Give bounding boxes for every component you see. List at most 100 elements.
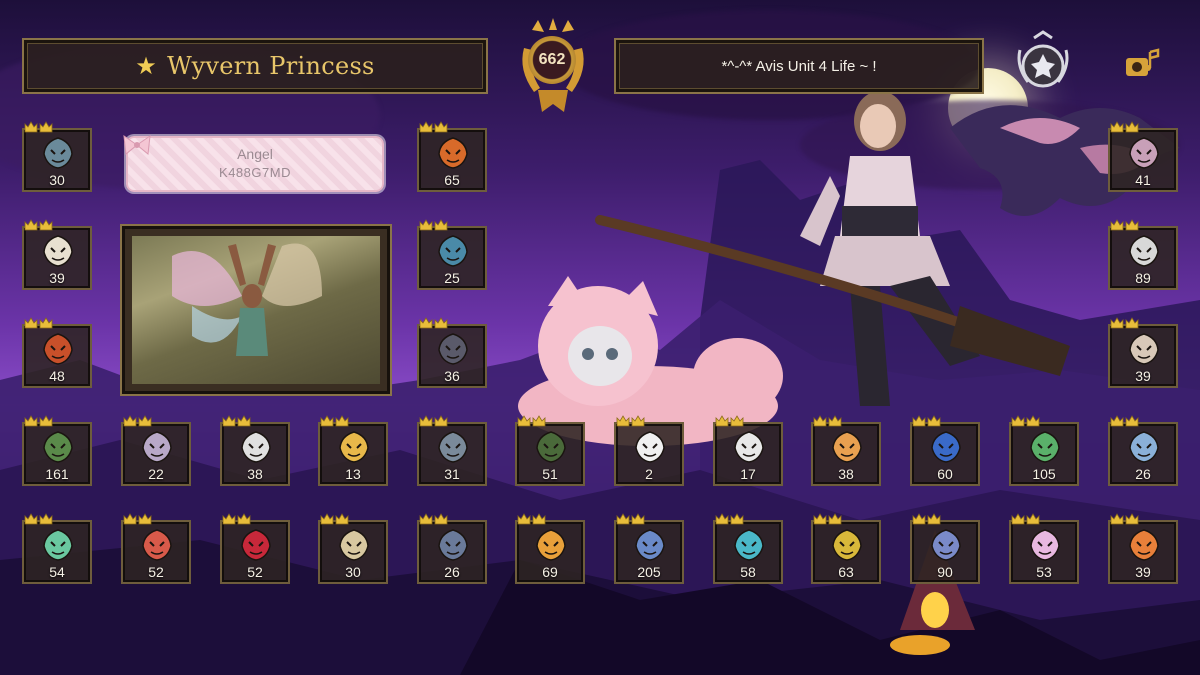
crown-badges xyxy=(320,414,349,427)
monster-medal-tile[interactable]: 90 xyxy=(910,513,980,584)
hunt-count: 60 xyxy=(937,466,953,482)
monster-medal-tile[interactable]: 31 xyxy=(417,415,487,486)
crown-icon xyxy=(434,512,448,525)
hunt-count: 36 xyxy=(444,368,460,384)
monster-medal-tile[interactable]: 41 xyxy=(1108,120,1178,192)
monster-medal-tile[interactable]: 36 xyxy=(417,317,487,388)
wolf-wyvern-icon xyxy=(239,430,273,464)
monster-medal-tile[interactable]: 26 xyxy=(417,512,487,584)
hunt-count: 39 xyxy=(1135,368,1151,384)
profile-card[interactable]: Angel K488G7MD xyxy=(123,134,384,192)
monster-medal-tile[interactable]: 39 xyxy=(1108,512,1178,584)
monster-medal-tile[interactable]: 52 xyxy=(220,512,290,584)
crown-badges xyxy=(24,218,53,231)
hunt-count: 26 xyxy=(1135,466,1151,482)
music-box-icon[interactable] xyxy=(1124,48,1160,80)
monster-medal-tile[interactable]: 53 xyxy=(1009,513,1079,584)
teal-serpent-icon xyxy=(732,528,766,562)
fire-beast-icon xyxy=(436,136,470,170)
motto-text: *^-^* Avis Unit 4 Life ~ ! xyxy=(721,57,877,75)
featured-photo-frame[interactable] xyxy=(120,224,392,396)
title-panel[interactable]: ★ Wyvern Princess xyxy=(22,38,488,94)
monster-medal-tile[interactable]: 17 xyxy=(713,414,783,486)
crown-icon xyxy=(419,120,433,133)
dark-wyvern-icon xyxy=(41,136,75,170)
crown-icon xyxy=(1125,512,1139,525)
hunt-count: 13 xyxy=(345,466,361,482)
crown-icon xyxy=(715,512,729,525)
ape-beast-icon xyxy=(140,430,174,464)
monster-medal-tile[interactable]: 161 xyxy=(22,414,92,486)
monster-medal-tile[interactable]: 63 xyxy=(811,512,881,584)
crown-icon xyxy=(237,414,251,427)
crown-icon xyxy=(631,414,645,427)
hunt-count: 52 xyxy=(247,564,263,580)
crown-badges xyxy=(616,512,645,525)
crown-badges xyxy=(813,512,842,525)
fire-dragon-icon xyxy=(633,528,667,562)
monster-medal-tile[interactable]: 38 xyxy=(811,414,881,486)
horned-beast-icon xyxy=(41,234,75,268)
monster-medal-tile[interactable]: 205 xyxy=(614,512,684,584)
monster-medal-tile[interactable]: 105 xyxy=(1009,415,1079,486)
crown-badges xyxy=(320,512,349,525)
monster-medal-tile[interactable]: 52 xyxy=(121,512,191,584)
monster-medal-tile[interactable]: 89 xyxy=(1108,218,1178,290)
frog-beast-icon xyxy=(41,528,75,562)
crown-badges xyxy=(517,512,546,525)
crown-icon xyxy=(1125,414,1139,427)
crown-badges xyxy=(123,512,152,525)
hunt-count: 41 xyxy=(1135,172,1151,188)
monster-medal-tile[interactable]: 38 xyxy=(220,414,290,486)
hunt-count: 39 xyxy=(1135,564,1151,580)
monster-medal-tile[interactable]: 22 xyxy=(121,415,191,486)
monster-medal-tile[interactable]: 69 xyxy=(515,512,585,584)
monster-medal-tile[interactable]: 39 xyxy=(1108,316,1178,388)
crown-icon xyxy=(730,512,744,525)
crown-badges xyxy=(1110,512,1139,525)
crown-badges xyxy=(813,414,842,427)
monster-medal-tile[interactable]: 58 xyxy=(713,512,783,584)
crown-badges xyxy=(1110,218,1139,231)
monster-medal-tile[interactable]: 39 xyxy=(22,218,92,290)
crown-icon xyxy=(828,414,842,427)
coral-serpent-icon xyxy=(140,528,174,562)
white-wyvern-icon xyxy=(633,430,667,464)
crown-icon xyxy=(1125,218,1139,231)
hunt-count: 52 xyxy=(148,564,164,580)
crown-icon xyxy=(39,316,53,329)
crown-icon xyxy=(237,512,251,525)
crown-icon xyxy=(434,120,448,133)
crown-icon xyxy=(39,120,53,133)
crown-icon xyxy=(715,414,729,427)
crown-icon xyxy=(912,414,926,427)
monster-medal-tile[interactable]: 30 xyxy=(318,512,388,584)
monster-medal-tile[interactable]: 60 xyxy=(910,414,980,486)
orange-blob-icon xyxy=(534,528,568,562)
monster-medal-tile[interactable]: 48 xyxy=(22,316,92,388)
guild-emblem-icon xyxy=(1017,30,1069,88)
crown-icon xyxy=(1110,120,1124,133)
monster-medal-tile[interactable]: 25 xyxy=(417,218,487,290)
monster-medal-tile[interactable]: 26 xyxy=(1108,414,1178,486)
crown-icon xyxy=(39,414,53,427)
motto-panel[interactable]: *^-^* Avis Unit 4 Life ~ ! xyxy=(614,38,984,94)
monster-medal-tile[interactable]: 54 xyxy=(22,513,92,584)
hunt-count: 69 xyxy=(542,564,558,580)
crown-icon xyxy=(1125,316,1139,329)
crown-icon xyxy=(419,218,433,231)
monster-medal-tile[interactable]: 51 xyxy=(515,415,585,486)
crown-icon xyxy=(24,316,38,329)
crown-badges xyxy=(1110,414,1139,427)
monster-medal-tile[interactable]: 2 xyxy=(614,414,684,486)
crown-icon xyxy=(1110,512,1124,525)
crown-icon xyxy=(419,512,433,525)
hunt-count: 90 xyxy=(937,564,953,580)
monster-medal-tile[interactable]: 13 xyxy=(318,414,388,486)
monster-medal-tile[interactable]: 30 xyxy=(22,120,92,192)
hunt-count: 205 xyxy=(637,564,661,580)
hunt-count: 22 xyxy=(148,466,164,482)
monster-medal-tile[interactable]: 65 xyxy=(417,120,487,192)
hunt-count: 89 xyxy=(1135,270,1151,286)
profile-name: Angel xyxy=(237,146,273,162)
